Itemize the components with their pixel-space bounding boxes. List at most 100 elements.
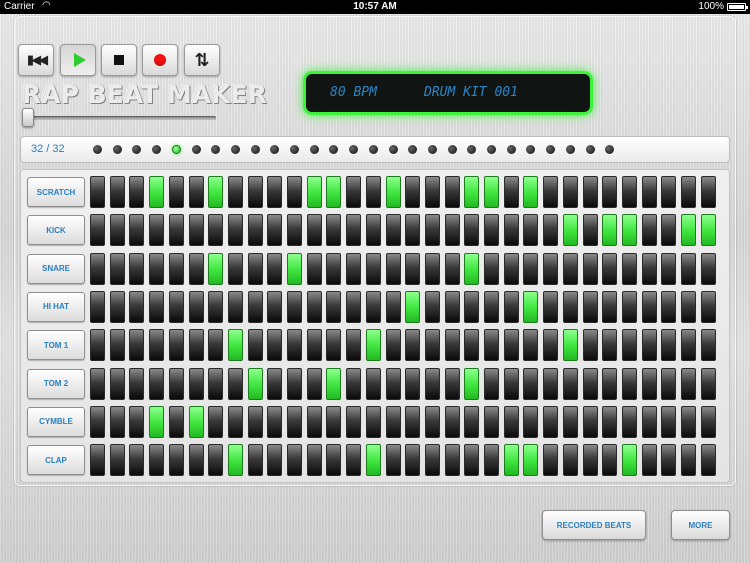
- step-pad[interactable]: [405, 252, 421, 285]
- step-pad[interactable]: [661, 444, 677, 477]
- step-pad[interactable]: [700, 214, 716, 247]
- step-pad[interactable]: [582, 214, 598, 247]
- step-pad[interactable]: [188, 176, 204, 208]
- step-pad[interactable]: [365, 176, 381, 208]
- step-pad[interactable]: [602, 214, 618, 247]
- step-pad[interactable]: [562, 290, 578, 323]
- step-pad[interactable]: [503, 290, 519, 323]
- step-pad[interactable]: [582, 290, 598, 323]
- step-pad[interactable]: [681, 329, 696, 362]
- step-pad[interactable]: [641, 405, 657, 438]
- step-pad[interactable]: [208, 214, 224, 247]
- step-pad[interactable]: [661, 367, 677, 400]
- step-pad[interactable]: [444, 405, 460, 438]
- step-pad[interactable]: [109, 214, 125, 247]
- step-pad[interactable]: [543, 329, 559, 362]
- step-pad[interactable]: [168, 176, 184, 208]
- step-pad[interactable]: [681, 405, 696, 438]
- step-pad[interactable]: [562, 405, 578, 438]
- step-pad[interactable]: [523, 444, 539, 477]
- step-pad[interactable]: [444, 176, 460, 208]
- step-pad[interactable]: [227, 290, 243, 323]
- step-pad[interactable]: [247, 444, 263, 477]
- step-pad[interactable]: [208, 329, 224, 362]
- play-button[interactable]: [60, 44, 96, 76]
- step-pad[interactable]: [562, 444, 578, 477]
- step-pad[interactable]: [523, 214, 539, 247]
- step-pad[interactable]: [503, 252, 519, 285]
- rewind-button[interactable]: ▮◀◀: [18, 44, 54, 76]
- step-pad[interactable]: [188, 329, 204, 362]
- step-pad[interactable]: [208, 176, 224, 208]
- step-pad[interactable]: [464, 405, 480, 438]
- step-pad[interactable]: [109, 405, 125, 438]
- drum-kit-readout[interactable]: DRUM KIT 001: [424, 85, 518, 100]
- step-pad[interactable]: [188, 252, 204, 285]
- step-pad[interactable]: [602, 405, 618, 438]
- step-pad[interactable]: [188, 214, 204, 247]
- step-pad[interactable]: [267, 290, 283, 323]
- step-pad[interactable]: [602, 176, 618, 208]
- step-pad[interactable]: [109, 329, 125, 362]
- step-pad[interactable]: [602, 329, 618, 362]
- step-pad[interactable]: [661, 176, 677, 208]
- step-pad[interactable]: [90, 214, 105, 247]
- step-pad[interactable]: [287, 176, 302, 208]
- step-pad[interactable]: [484, 329, 499, 362]
- step-pad[interactable]: [247, 367, 263, 400]
- step-pad[interactable]: [168, 252, 184, 285]
- step-pad[interactable]: [168, 329, 184, 362]
- track-label-kick[interactable]: KICK: [27, 215, 85, 246]
- step-pad[interactable]: [149, 252, 165, 285]
- step-pad[interactable]: [247, 405, 263, 438]
- step-pad[interactable]: [346, 290, 362, 323]
- step-pad[interactable]: [306, 367, 322, 400]
- recorded-beats-button[interactable]: RECORDED BEATS: [542, 510, 646, 540]
- step-pad[interactable]: [287, 252, 302, 285]
- step-pad[interactable]: [149, 367, 165, 400]
- step-pad[interactable]: [129, 214, 145, 247]
- step-pad[interactable]: [168, 290, 184, 323]
- step-pad[interactable]: [503, 329, 519, 362]
- stop-button[interactable]: [101, 44, 137, 76]
- step-pad[interactable]: [287, 367, 302, 400]
- step-pad[interactable]: [523, 252, 539, 285]
- step-pad[interactable]: [326, 176, 342, 208]
- step-pad[interactable]: [700, 176, 716, 208]
- step-pad[interactable]: [681, 444, 696, 477]
- step-pad[interactable]: [306, 214, 322, 247]
- step-pad[interactable]: [562, 329, 578, 362]
- step-pad[interactable]: [621, 214, 637, 247]
- loop-button[interactable]: ⇅: [184, 44, 220, 76]
- step-pad[interactable]: [346, 214, 362, 247]
- step-pad[interactable]: [188, 405, 204, 438]
- step-pad[interactable]: [149, 329, 165, 362]
- step-pad[interactable]: [602, 252, 618, 285]
- step-pad[interactable]: [227, 214, 243, 247]
- step-pad[interactable]: [168, 444, 184, 477]
- step-pad[interactable]: [227, 367, 243, 400]
- step-pad[interactable]: [326, 290, 342, 323]
- step-pad[interactable]: [129, 405, 145, 438]
- step-pad[interactable]: [700, 290, 716, 323]
- step-pad[interactable]: [484, 444, 499, 477]
- step-pad[interactable]: [681, 252, 696, 285]
- step-pad[interactable]: [464, 444, 480, 477]
- step-pad[interactable]: [306, 290, 322, 323]
- step-pad[interactable]: [129, 329, 145, 362]
- step-pad[interactable]: [385, 176, 401, 208]
- step-pad[interactable]: [641, 214, 657, 247]
- step-pad[interactable]: [562, 252, 578, 285]
- step-pad[interactable]: [129, 290, 145, 323]
- step-pad[interactable]: [681, 367, 696, 400]
- step-pad[interactable]: [641, 252, 657, 285]
- step-pad[interactable]: [365, 405, 381, 438]
- step-pad[interactable]: [306, 444, 322, 477]
- step-pad[interactable]: [523, 290, 539, 323]
- step-pad[interactable]: [149, 405, 165, 438]
- step-pad[interactable]: [109, 290, 125, 323]
- step-pad[interactable]: [326, 367, 342, 400]
- step-pad[interactable]: [602, 367, 618, 400]
- step-pad[interactable]: [346, 405, 362, 438]
- step-pad[interactable]: [90, 329, 105, 362]
